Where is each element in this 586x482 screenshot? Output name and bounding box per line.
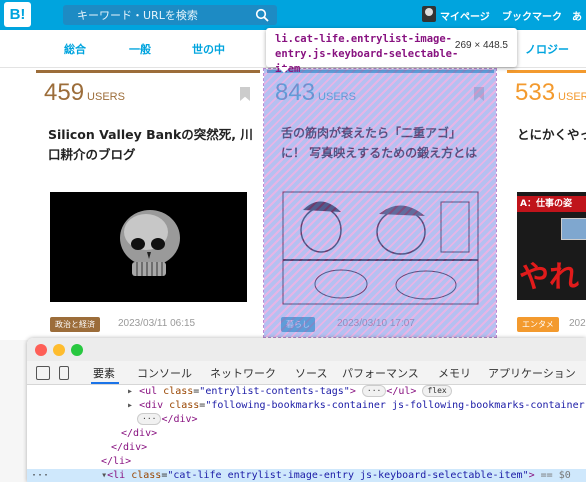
flex-badge[interactable]: flex [422,385,452,397]
monitor-icon [561,218,586,240]
search-input[interactable] [77,7,247,23]
bookmark-link[interactable]: ブックマーク [502,8,562,23]
users-label: USERS [87,91,125,103]
search-icon[interactable] [255,8,269,22]
more-link[interactable]: あ [572,8,582,23]
category-ippan[interactable]: 一般 [129,41,151,57]
devtools-titlebar [27,338,586,361]
device-toolbar-icon[interactable] [59,366,69,380]
user-avatar-icon[interactable] [422,6,436,22]
tab-sources[interactable]: ソース [295,365,327,381]
category-tag[interactable]: エンタメ [517,317,559,332]
tab-elements[interactable]: 要素 [93,365,115,381]
users-count[interactable]: 533USERS [515,79,586,107]
entry-date: 2023/03/11 06:15 [118,318,196,329]
tooltip-selector: li.cat-life.entrylist-image-entry.js-key… [275,33,459,75]
dom-node-div-close[interactable]: </div> [27,441,586,455]
entry-thumbnail[interactable] [281,190,480,306]
tooltip-dimensions: 269 × 448.5 [454,40,508,51]
tab-memory[interactable]: メモリ [438,365,471,381]
users-label: USERS [318,91,356,103]
devtools-tabbar: 要素 コンソール ネットワーク ソース パフォーマンス メモリ アプリケーション [27,361,586,385]
users-number: 459 [44,79,85,106]
devtools-window: 要素 コンソール ネットワーク ソース パフォーマンス メモリ アプリケーション… [27,338,586,482]
manga-image [282,191,479,305]
category-society[interactable]: 世の中 [192,41,225,57]
entry-date: 2023 [569,318,586,329]
users-number: 843 [275,79,316,106]
inspect-tooltip: li.cat-life.entrylist-image-entry.js-key… [266,28,517,75]
entry-title[interactable]: Silicon Valley Bankの突然死, 川口耕介のブログ [48,125,253,165]
users-count[interactable]: 459 USERS [44,79,125,107]
thumbnail-caption: A：仕事の姿 [517,196,586,212]
skull-image [120,210,180,276]
tab-console[interactable]: コンソール [137,365,192,381]
thumbnail-big-text: やれ [519,260,579,295]
ellipsis-badge[interactable]: ··· [137,413,162,425]
search-box[interactable] [63,5,277,25]
users-number: 533 [515,79,556,106]
entry-thumbnail[interactable] [50,192,247,302]
entry-list: 459 USERS Silicon Valley Bankの突然死, 川口耕介のブ… [0,68,586,340]
category-general[interactable]: 総合 [64,41,86,57]
gutter-ellipsis[interactable]: ··· [31,470,49,481]
users-label: USERS [558,91,586,103]
top-header: B! マイページ ブックマーク あ [0,0,586,30]
entry-title[interactable]: 舌の筋肉が衰えたら「二重アゴ」に！ 写真映えするための鍛え方とは [281,123,481,163]
entry-title[interactable]: とにかくやって [517,125,586,145]
page: B! マイページ ブックマーク あ 総合 一般 世の中 ノロジー 459USER… [0,0,586,482]
collapse-arrow-icon[interactable]: ▸ [127,386,133,397]
category-tag[interactable]: 暮らし [281,317,315,332]
maximize-window-button[interactable] [71,344,83,356]
entry-card-svb[interactable]: 459 USERS Silicon Valley Bankの突然死, 川口耕介のブ… [36,70,260,340]
entry-card-entertainment[interactable]: 533USERS とにかくやって A：仕事の姿 やれ エンタメ 2023 [507,70,586,340]
users-count[interactable]: 843 USERS [275,79,356,107]
hatena-logo[interactable]: B! [4,2,31,27]
tab-performance[interactable]: パフォーマンス [342,365,419,381]
selected-node-marker: == $0 [540,470,571,481]
close-window-button[interactable] [35,344,47,356]
inspect-element-icon[interactable] [36,366,50,380]
tab-application[interactable]: アプリケーション [488,365,576,381]
dom-node-ul[interactable]: ▸ <ul class="entrylist-contents-tags"> ·… [27,385,586,399]
ellipsis-badge[interactable]: ··· [361,385,387,397]
entry-date: 2023/03/10 17:07 [337,318,415,329]
entry-card-double-chin[interactable]: 843 USERS 舌の筋肉が衰えたら「二重アゴ」に！ 写真映えするための鍛え方と… [267,70,494,340]
elements-tree: ▸ <ul class="entrylist-contents-tags"> ·… [27,385,586,482]
category-technology[interactable]: ノロジー [525,41,569,57]
dom-node-div-following[interactable]: ▸ <div class="following-bookmarks-contai… [27,399,586,413]
bookmark-icon[interactable] [240,87,250,101]
entry-thumbnail[interactable]: A：仕事の姿 やれ [517,192,586,300]
active-tab-indicator [91,382,119,384]
dom-node-li-selected[interactable]: ··· ▾<li class="cat-life entrylist-image… [27,469,586,482]
dom-node-div-close[interactable]: </div> [27,427,586,441]
category-tag[interactable]: 政治と経済 [50,317,100,332]
dom-node-li-close[interactable]: </li> [27,455,586,469]
mypage-link[interactable]: マイページ [440,8,490,23]
tab-network[interactable]: ネットワーク [210,365,276,381]
dom-node-div-continuation[interactable]: ··· </div> [27,413,586,427]
minimize-window-button[interactable] [53,344,65,356]
bookmark-icon[interactable] [474,87,484,101]
collapse-arrow-icon[interactable]: ▸ [127,400,133,411]
